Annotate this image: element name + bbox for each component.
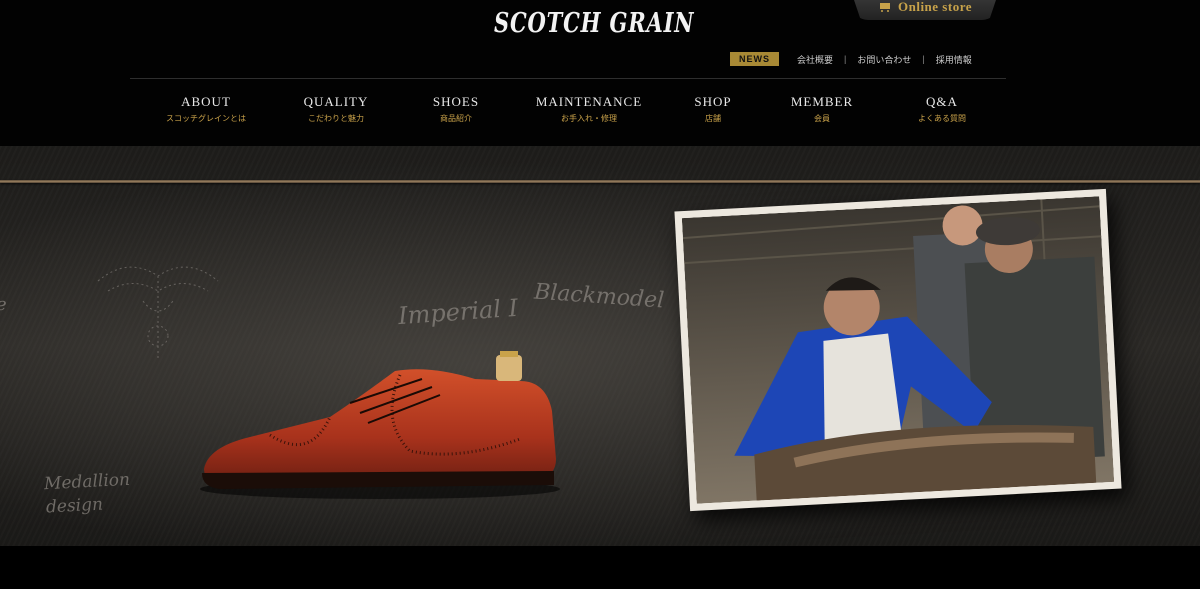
sketch-blackmodel-text: Blackmodel <box>533 279 665 314</box>
nav-item-about[interactable]: ABOUT スコッチグレインとは <box>166 94 246 124</box>
contact-link[interactable]: お問い合わせ <box>857 53 911 66</box>
company-profile-link[interactable]: 会社概要 <box>797 53 833 66</box>
cart-icon <box>878 2 892 13</box>
nav-label: Q&A <box>926 94 958 109</box>
nav-item-qa[interactable]: Q&A よくある質問 <box>918 94 966 124</box>
header-divider <box>130 78 1006 79</box>
online-store-label: Online store <box>897 0 972 14</box>
nav-label: QUALITY <box>303 94 369 109</box>
nav-item-member[interactable]: MEMBER 会員 <box>791 94 853 124</box>
nav-item-quality[interactable]: QUALITY こだわりと魅力 <box>304 94 369 124</box>
nav-sublabel: スコッチグレインとは <box>166 114 246 123</box>
nav-item-shop[interactable]: SHOP 店舗 <box>694 94 731 124</box>
hero-banner: e Imperial I Blackmodel Medallion design <box>0 146 1200 546</box>
sketch-imperial-text: Imperial I <box>397 293 519 331</box>
nav-label: MEMBER <box>790 94 854 109</box>
sketch-edge-text: e <box>0 294 7 315</box>
shoe-image <box>200 351 560 499</box>
nav-label: MAINTENANCE <box>535 94 643 109</box>
nav-item-shoes[interactable]: SHOES 商品紹介 <box>433 94 479 124</box>
bottom-bar <box>0 546 1200 589</box>
nav-sublabel: よくある質問 <box>918 114 966 123</box>
site-logo[interactable]: SCOTCH GRAIN <box>494 8 693 44</box>
craftsmen-photo-image <box>681 196 1115 504</box>
sketch-design-text: design <box>45 494 104 518</box>
separator: | <box>922 54 925 64</box>
nav-sublabel: 会員 <box>814 114 830 123</box>
site-header: SCOTCH GRAIN Online store NEWS 会社概要 | お問… <box>0 0 1200 146</box>
sketch-medallion-text: Medallion <box>43 469 131 495</box>
nav-sublabel: こだわりと魅力 <box>307 114 364 123</box>
nav-sublabel: 商品紹介 <box>440 114 472 123</box>
nav-label: ABOUT <box>181 94 231 109</box>
nav-sublabel: 店舗 <box>705 114 721 123</box>
craftsmen-photo <box>674 188 1122 512</box>
nav-label: SHOES <box>432 94 480 109</box>
separator: | <box>844 54 847 64</box>
nav-sublabel: お手入れ・修理 <box>560 114 617 123</box>
leather-stitch-line <box>0 180 1200 183</box>
news-button[interactable]: NEWS <box>730 52 779 66</box>
online-store-button[interactable]: Online store <box>852 0 998 20</box>
nav-label: SHOP <box>694 94 732 109</box>
nav-item-maintenance[interactable]: MAINTENANCE お手入れ・修理 <box>536 94 642 124</box>
recruit-link[interactable]: 採用情報 <box>936 53 972 66</box>
main-nav: ABOUT スコッチグレインとは QUALITY こだわりと魅力 SHOES 商… <box>0 94 1200 130</box>
utility-links: NEWS 会社概要 | お問い合わせ | 採用情報 <box>730 51 972 67</box>
